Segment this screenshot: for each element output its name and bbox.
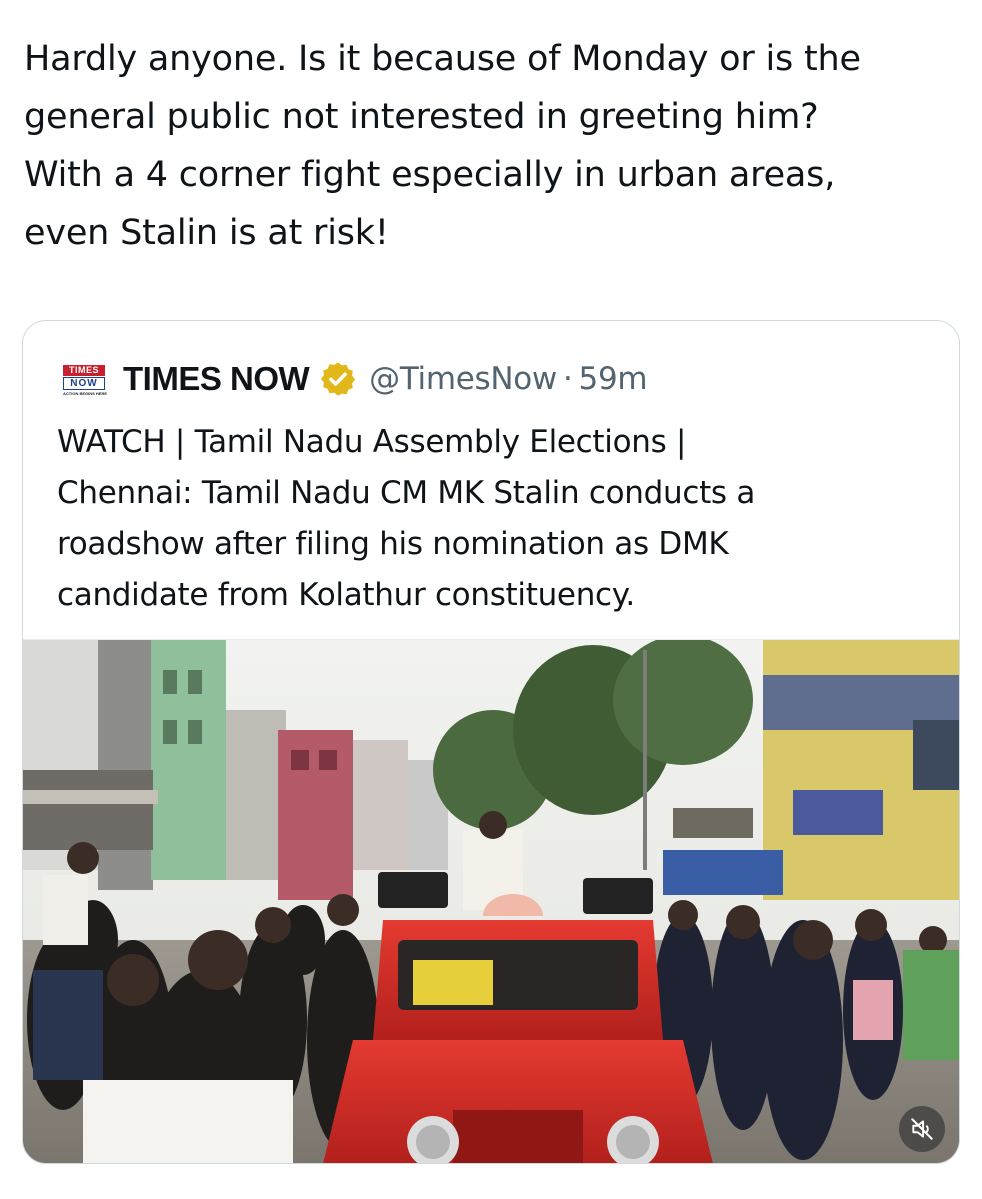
tweet-text-line: even Stalin is at risk! [24,213,389,253]
quoted-tweet-text-line: Chennai: Tamil Nadu CM MK Stalin conduct… [57,475,756,511]
quoted-tweet-card[interactable]: TIMES NOW ACTION BEGINS HERE TIMES NOW @… [22,320,960,1164]
tweet-text-line: With a 4 corner fight especially in urba… [24,155,836,195]
display-name[interactable]: TIMES NOW [123,360,310,398]
avatar-logo-top: TIMES [63,365,105,376]
avatar-logo-bottom: NOW [63,377,105,390]
separator-dot: · [562,361,573,397]
quoted-tweet-text: WATCH | Tamil Nadu Assembly Elections | … [57,417,937,621]
video-thumbnail[interactable] [23,639,959,1163]
gold-verified-icon[interactable] [319,360,357,398]
quoted-tweet-text-line: WATCH | Tamil Nadu Assembly Elections | [57,424,687,460]
quoted-tweet-text-line: candidate from Kolathur constituency. [57,577,635,613]
timestamp[interactable]: 59m [579,361,648,397]
quoted-tweet-header: TIMES NOW ACTION BEGINS HERE TIMES NOW @… [61,355,648,403]
tweet-text: Hardly anyone. Is it because of Monday o… [24,30,964,262]
avatar-logo-tagline: ACTION BEGINS HERE [63,391,108,396]
tweet-text-line: Hardly anyone. Is it because of Monday o… [24,39,861,79]
roadshow-video-frame [23,640,959,1163]
tweet-text-line: general public not interested in greetin… [24,97,819,137]
quoted-tweet-text-line: roadshow after filing his nomination as … [57,526,729,562]
times-now-logo-icon[interactable]: TIMES NOW ACTION BEGINS HERE [61,362,109,396]
speaker-muted-icon[interactable] [899,1106,945,1152]
user-handle[interactable]: @TimesNow [369,361,557,397]
